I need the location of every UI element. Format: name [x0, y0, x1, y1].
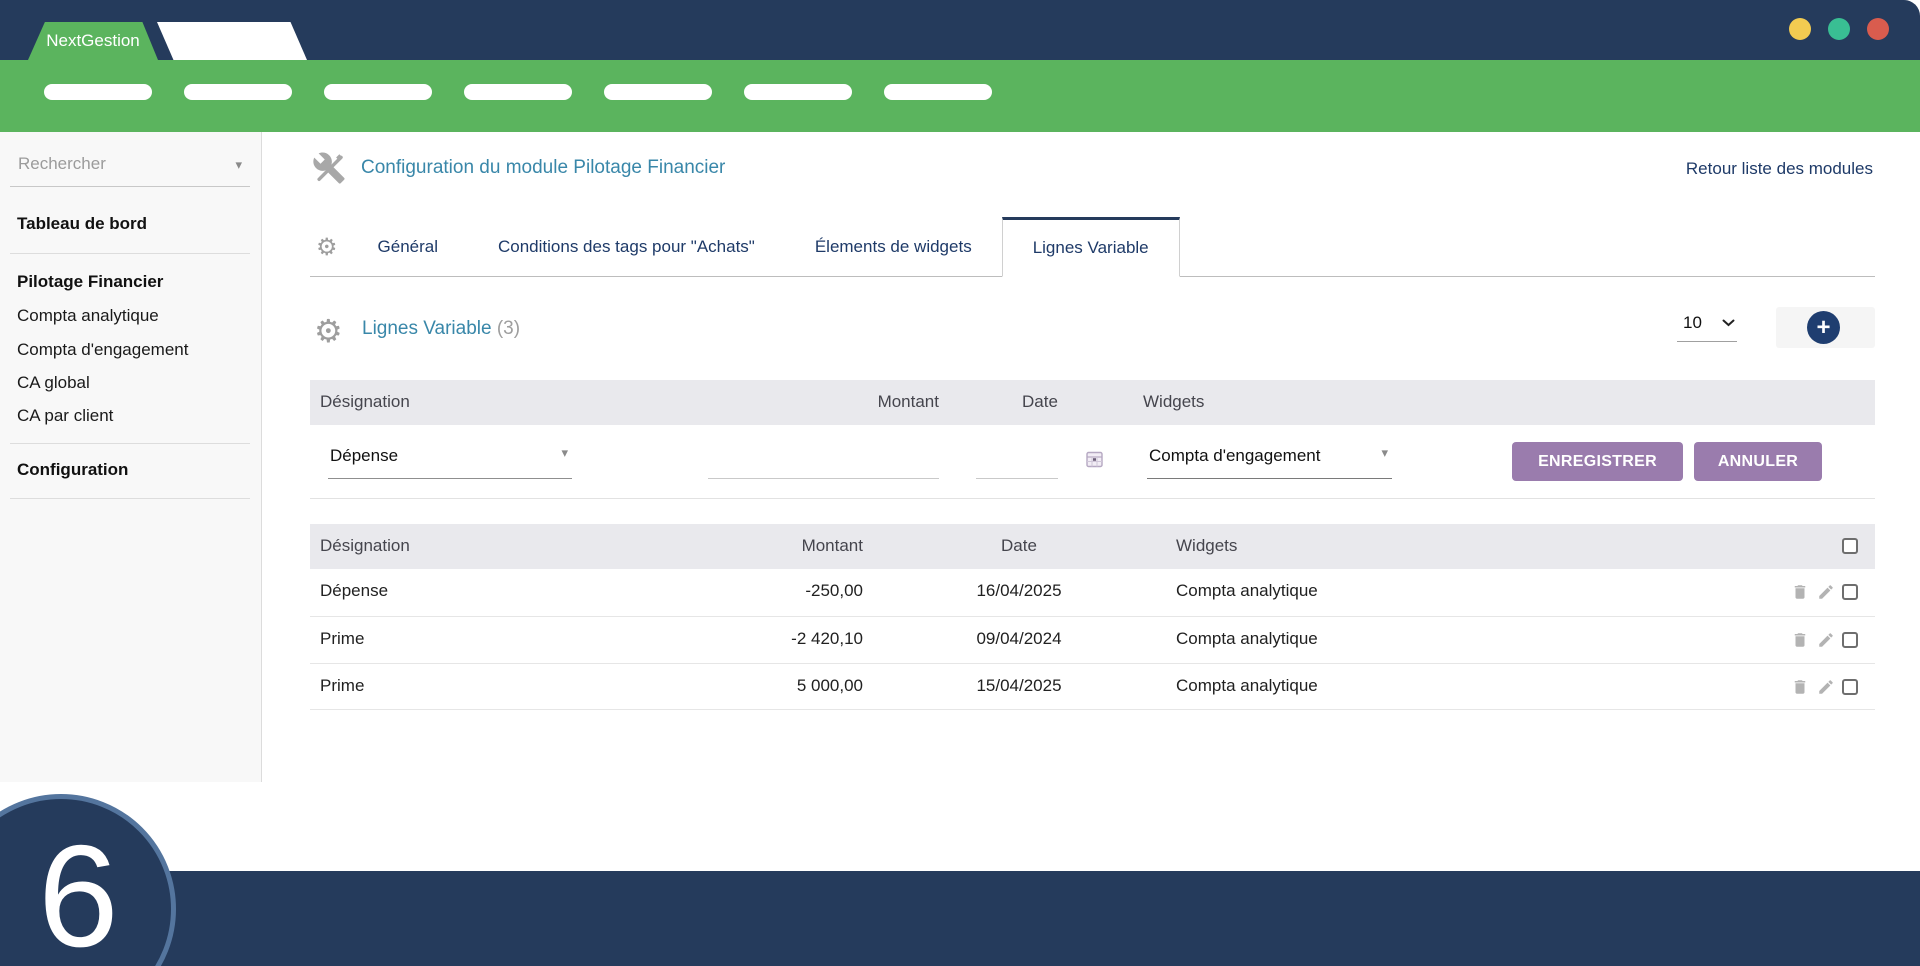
new-line-form-row: Dépense ▾ Compta d'engagement ▾ ENREGIST… [310, 425, 1875, 499]
nav-pill[interactable] [44, 84, 152, 100]
designation-select[interactable]: Dépense ▾ [328, 446, 572, 479]
cell-montant: -2 420,10 [710, 629, 863, 649]
edit-icon[interactable] [1817, 631, 1835, 649]
chevron-down-icon [1722, 319, 1735, 327]
section-title-text: Lignes Variable [362, 318, 492, 339]
nav-pill[interactable] [464, 84, 572, 100]
cell-date: 09/04/2024 [969, 629, 1069, 649]
page-title: Configuration du module Pilotage Financi… [361, 157, 725, 179]
cell-montant: -250,00 [710, 581, 863, 601]
column-designation: Désignation [320, 392, 410, 412]
page-number: 6 [38, 824, 119, 966]
column-date: Date [969, 536, 1069, 556]
sidebar-item-ca-global[interactable]: CA global [17, 372, 90, 394]
row-checkbox[interactable] [1842, 584, 1858, 600]
brand-logo-tab[interactable]: NextGestion [28, 22, 158, 60]
window-dot-red[interactable] [1867, 18, 1889, 40]
table-bottom-border [310, 709, 1875, 710]
row-checkbox[interactable] [1842, 679, 1858, 695]
sidebar-item-tableau-de-bord[interactable]: Tableau de bord [17, 213, 147, 235]
edit-icon[interactable] [1817, 678, 1835, 696]
cell-widgets: Compta analytique [1176, 629, 1318, 649]
sidebar: ▾ Tableau de bord Pilotage Financier Com… [0, 132, 262, 782]
cell-widgets: Compta analytique [1176, 581, 1318, 601]
main-nav-bar [0, 60, 1920, 132]
chevron-down-icon: ▾ [1381, 446, 1388, 459]
nav-pill[interactable] [184, 84, 292, 100]
delete-icon[interactable] [1791, 583, 1809, 601]
app-window: NextGestion ▾ Tableau de bord Pilotage F… [0, 0, 1920, 966]
logo-blank-shape [157, 22, 307, 60]
cancel-button[interactable]: ANNULER [1694, 442, 1822, 481]
section-title: Lignes Variable (3) [362, 318, 520, 340]
brand-name: NextGestion [46, 31, 140, 51]
add-button[interactable]: + [1807, 311, 1840, 344]
chevron-down-icon: ▾ [235, 158, 242, 171]
top-bar: NextGestion [0, 0, 1920, 60]
chevron-down-icon: ▾ [561, 446, 568, 459]
column-date: Date [990, 392, 1090, 412]
cell-date: 15/04/2025 [969, 676, 1069, 696]
sidebar-item-ca-par-client[interactable]: CA par client [17, 405, 113, 427]
row-checkbox[interactable] [1842, 632, 1858, 648]
cell-designation: Prime [320, 629, 364, 649]
widgets-select[interactable]: Compta d'engagement ▾ [1147, 446, 1392, 479]
nav-pill[interactable] [884, 84, 992, 100]
column-montant: Montant [710, 536, 863, 556]
column-widgets: Widgets [1176, 536, 1237, 556]
tools-icon [312, 151, 346, 185]
nav-pill[interactable] [324, 84, 432, 100]
widgets-select-value: Compta d'engagement [1149, 446, 1320, 466]
sidebar-item-configuration[interactable]: Configuration [17, 459, 128, 481]
cell-montant: 5 000,00 [710, 676, 863, 696]
table-row: Prime 5 000,00 15/04/2025 Compta analyti… [310, 663, 1875, 709]
calendar-icon[interactable] [1086, 451, 1103, 468]
montant-input[interactable] [708, 446, 939, 479]
nav-pill[interactable] [744, 84, 852, 100]
tab-elements-widgets[interactable]: Élements de widgets [785, 217, 1002, 276]
cell-widgets: Compta analytique [1176, 676, 1318, 696]
window-dot-yellow[interactable] [1789, 18, 1811, 40]
column-widgets: Widgets [1143, 392, 1204, 412]
cell-designation: Dépense [320, 581, 388, 601]
delete-icon[interactable] [1791, 631, 1809, 649]
save-button[interactable]: ENREGISTRER [1512, 442, 1683, 481]
column-designation: Désignation [320, 536, 410, 556]
search-input[interactable] [18, 154, 208, 174]
form-table-header: Désignation Montant Date Widgets [310, 380, 1875, 425]
sidebar-item-compta-engagement[interactable]: Compta d'engagement [17, 339, 188, 361]
tab-bar: ⚙ Général Conditions des tags pour "Acha… [310, 217, 1875, 277]
nav-pill[interactable] [604, 84, 712, 100]
tab-general[interactable]: Général [348, 217, 468, 276]
gear-icon: ⚙ [314, 312, 343, 350]
add-row-area: + [1776, 307, 1875, 348]
edit-icon[interactable] [1817, 583, 1835, 601]
column-montant: Montant [789, 392, 939, 412]
gear-icon: ⚙ [316, 233, 338, 261]
back-to-modules-link[interactable]: Retour liste des modules [1686, 159, 1873, 179]
sidebar-item-compta-analytique[interactable]: Compta analytique [17, 305, 159, 327]
table-row: Prime -2 420,10 09/04/2024 Compta analyt… [310, 616, 1875, 663]
table-row: Dépense -250,00 16/04/2025 Compta analyt… [310, 569, 1875, 616]
select-all-checkbox[interactable] [1842, 538, 1858, 554]
cell-designation: Prime [320, 676, 364, 696]
page-size-value: 10 [1683, 313, 1702, 333]
footer-band [0, 871, 1920, 966]
window-dot-teal[interactable] [1828, 18, 1850, 40]
sidebar-search[interactable]: ▾ [10, 150, 250, 187]
plus-icon: + [1816, 316, 1830, 340]
tab-conditions-tags-achats[interactable]: Conditions des tags pour "Achats" [468, 217, 785, 276]
delete-icon[interactable] [1791, 678, 1809, 696]
section-count: (3) [497, 318, 520, 339]
data-table-header: Désignation Montant Date Widgets [310, 524, 1875, 569]
cell-date: 16/04/2025 [969, 581, 1069, 601]
sidebar-divider [10, 253, 250, 254]
sidebar-divider [10, 443, 250, 444]
date-input[interactable] [976, 446, 1058, 479]
sidebar-item-pilotage-financier[interactable]: Pilotage Financier [17, 271, 163, 293]
designation-select-value: Dépense [330, 446, 398, 466]
tab-lignes-variable[interactable]: Lignes Variable [1002, 217, 1180, 277]
page-size-select[interactable]: 10 [1677, 313, 1737, 342]
sidebar-divider [10, 498, 250, 499]
